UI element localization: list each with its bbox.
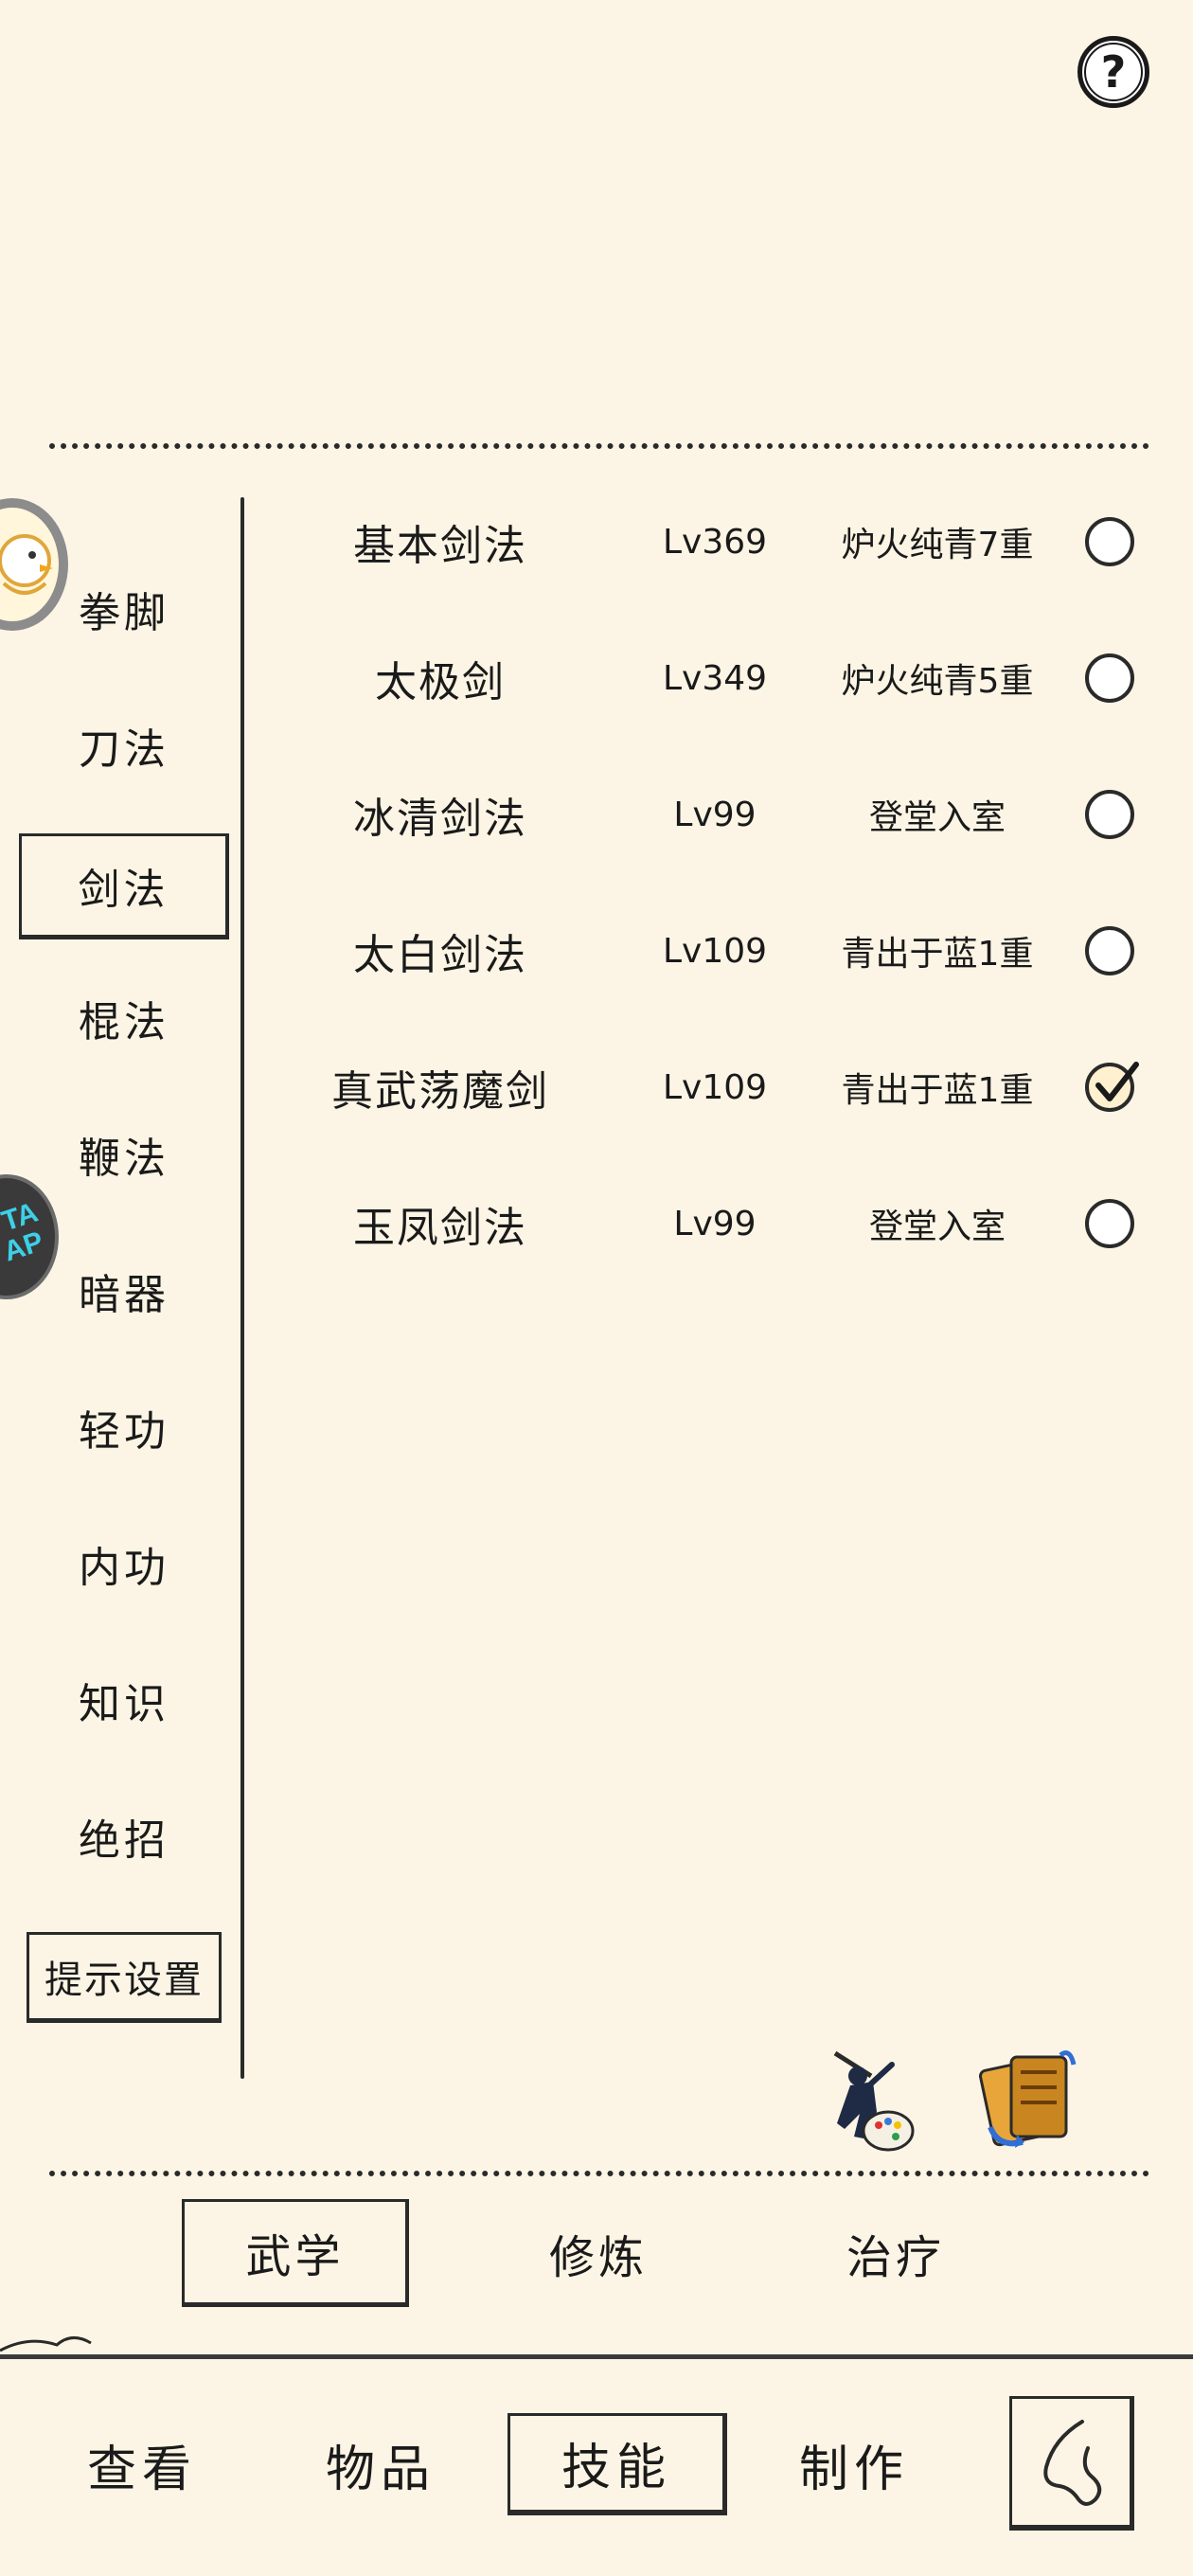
skill-rank: 炉火纯青5重 bbox=[841, 662, 1034, 701]
nav-divider bbox=[0, 2354, 1193, 2359]
skill-level: Lv109 bbox=[662, 1067, 768, 1107]
skill-name: 玉凤剑法 bbox=[353, 1204, 527, 1252]
menu-divider bbox=[240, 497, 244, 2079]
skill-checkbox[interactable] bbox=[1085, 926, 1134, 975]
back-arrow-icon bbox=[1043, 2419, 1102, 2506]
question-icon: ? bbox=[1084, 43, 1143, 101]
skill-checkbox[interactable] bbox=[1085, 790, 1134, 839]
skill-name: 太白剑法 bbox=[353, 931, 527, 979]
nav-label: 制作 bbox=[798, 2441, 909, 2498]
tip-settings-button[interactable]: 提示设置 bbox=[27, 1932, 222, 2023]
category-label: 绝招 bbox=[79, 1816, 169, 1865]
subtab-xiulian[interactable]: 修炼 bbox=[485, 2199, 712, 2307]
skill-row[interactable]: 冰清剑法 Lv99 登堂入室 bbox=[265, 767, 1155, 862]
skill-name: 基本剑法 bbox=[353, 522, 527, 570]
bottom-divider bbox=[49, 2171, 1149, 2176]
skill-rank: 炉火纯青7重 bbox=[841, 526, 1034, 564]
skill-level: Lv99 bbox=[673, 1204, 757, 1243]
back-button[interactable] bbox=[1009, 2396, 1134, 2531]
skill-row[interactable]: 玉凤剑法 Lv99 登堂入室 bbox=[265, 1176, 1155, 1271]
category-gunfa[interactable]: 棍法 bbox=[19, 979, 229, 1057]
skill-row[interactable]: 基本剑法 Lv369 炉火纯青7重 bbox=[265, 494, 1155, 589]
category-label: 拳脚 bbox=[79, 589, 169, 637]
nav-label: 查看 bbox=[86, 2441, 197, 2498]
nav-zhizuo[interactable]: 制作 bbox=[744, 2413, 964, 2515]
skill-name: 真武荡魔剑 bbox=[331, 1067, 549, 1116]
category-label: 内功 bbox=[79, 1544, 169, 1592]
category-qinggong[interactable]: 轻功 bbox=[19, 1388, 229, 1466]
nav-label: 物品 bbox=[325, 2441, 436, 2498]
category-bianfa[interactable]: 鞭法 bbox=[19, 1116, 229, 1193]
skill-row[interactable]: 太白剑法 Lv109 青出于蓝1重 bbox=[265, 903, 1155, 998]
skill-level: Lv369 bbox=[662, 522, 768, 562]
category-label: 暗器 bbox=[79, 1271, 169, 1319]
skill-rank: 登堂入室 bbox=[868, 1208, 1006, 1246]
checkmark-icon bbox=[1095, 1062, 1139, 1101]
skill-rank: 青出于蓝1重 bbox=[841, 1071, 1034, 1110]
skill-rank: 青出于蓝1重 bbox=[841, 935, 1034, 974]
tip-settings-label: 提示设置 bbox=[45, 1959, 204, 2002]
top-divider bbox=[49, 443, 1149, 449]
nav-label: 技能 bbox=[561, 2440, 671, 2496]
skill-checkbox[interactable] bbox=[1085, 1199, 1134, 1248]
category-anqi[interactable]: 暗器 bbox=[19, 1252, 229, 1330]
skill-checkbox[interactable] bbox=[1085, 653, 1134, 703]
category-quanjiao[interactable]: 拳脚 bbox=[19, 570, 229, 648]
category-label: 剑法 bbox=[78, 866, 169, 914]
help-button[interactable]: ? bbox=[1077, 36, 1149, 108]
nav-jineng[interactable]: 技能 bbox=[507, 2413, 727, 2515]
subtab-label: 治疗 bbox=[846, 2231, 945, 2284]
category-label: 刀法 bbox=[79, 725, 169, 774]
subtab-label: 修炼 bbox=[548, 2231, 648, 2284]
skill-name: 太极剑 bbox=[375, 658, 506, 707]
subtab-wuxue[interactable]: 武学 bbox=[182, 2199, 409, 2307]
skill-rank: 登堂入室 bbox=[868, 798, 1006, 837]
category-label: 棍法 bbox=[79, 998, 169, 1046]
category-jianfa[interactable]: 剑法 bbox=[19, 833, 229, 939]
skill-level: Lv99 bbox=[673, 795, 757, 834]
skill-level: Lv349 bbox=[662, 658, 768, 698]
subtab-label: 武学 bbox=[245, 2230, 345, 2283]
skill-name: 冰清剑法 bbox=[353, 795, 527, 843]
swordsman-palette-icon[interactable] bbox=[816, 2044, 930, 2157]
category-label: 知识 bbox=[79, 1680, 169, 1728]
subtab-zhiliao[interactable]: 治疗 bbox=[782, 2199, 1009, 2307]
skill-row[interactable]: 真武荡魔剑 Lv109 青出于蓝1重 bbox=[265, 1040, 1155, 1135]
skill-checkbox[interactable] bbox=[1085, 517, 1134, 566]
scroll-swap-icon[interactable] bbox=[970, 2044, 1083, 2157]
skill-row[interactable]: 太极剑 Lv349 炉火纯青5重 bbox=[265, 631, 1155, 725]
category-daofa[interactable]: 刀法 bbox=[19, 707, 229, 784]
nav-chakan[interactable]: 查看 bbox=[32, 2413, 252, 2515]
category-label: 轻功 bbox=[79, 1407, 169, 1456]
skill-level: Lv109 bbox=[662, 931, 768, 971]
category-zhishi[interactable]: 知识 bbox=[19, 1661, 229, 1739]
category-juezhao[interactable]: 绝招 bbox=[19, 1798, 229, 1875]
skill-checkbox-checked[interactable] bbox=[1085, 1062, 1139, 1112]
category-neigong[interactable]: 内功 bbox=[19, 1525, 229, 1602]
category-label: 鞭法 bbox=[79, 1135, 169, 1183]
nav-wupin[interactable]: 物品 bbox=[271, 2413, 490, 2515]
